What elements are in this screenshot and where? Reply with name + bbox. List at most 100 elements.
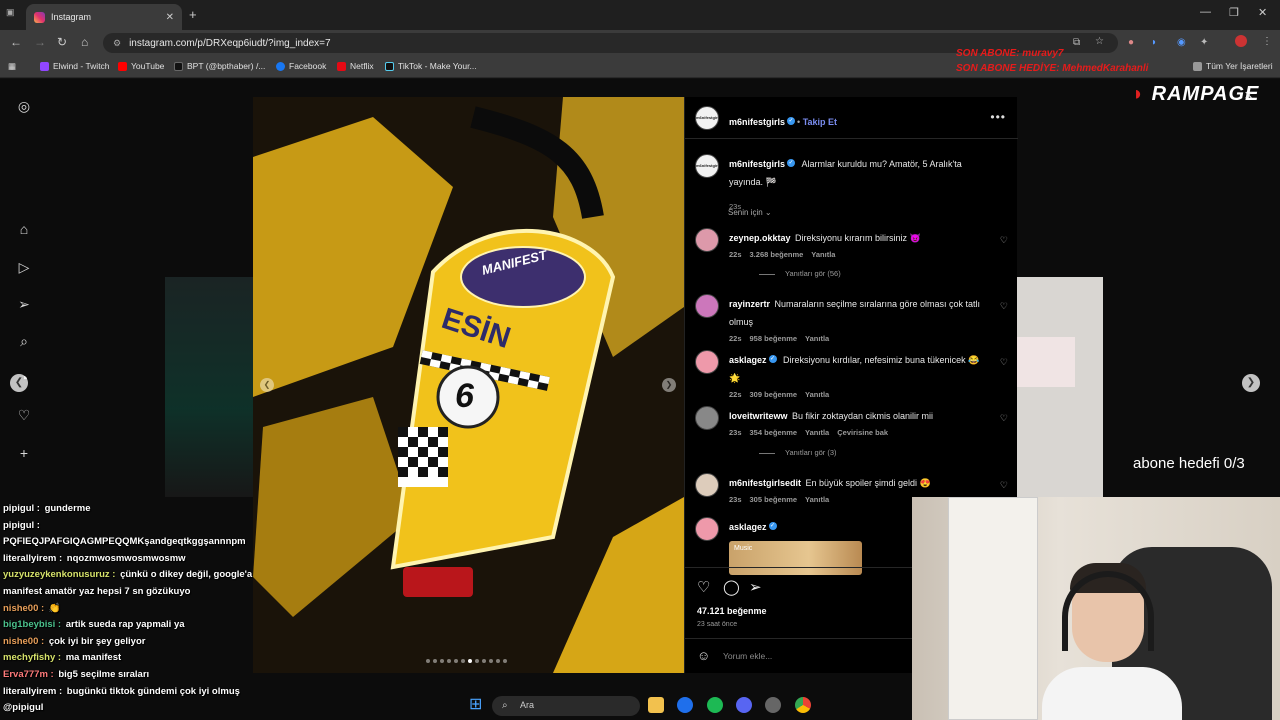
tiktok-icon [385,61,394,71]
sort-dropdown[interactable]: Senin için ⌄ [728,208,772,217]
create-plus-icon[interactable]: + [16,445,32,461]
comment-username[interactable]: asklagez [729,355,767,365]
menu-kebab-icon[interactable]: ⋮ [1262,36,1272,47]
follow-button[interactable]: Takip Et [803,117,837,127]
comment-username[interactable]: rayinzertr [729,299,770,309]
reply-button[interactable]: Yanıtla [805,495,829,504]
notifications-heart-icon[interactable]: ♡ [16,407,32,423]
like-comment-heart-icon[interactable]: ♡ [1000,235,1008,246]
like-comment-heart-icon[interactable]: ♡ [1000,480,1008,491]
chat-username[interactable]: pipigul : [3,503,43,514]
comment-username[interactable]: loveitwriteww [729,411,788,421]
carousel-dot [475,659,479,663]
bookmark-bpt[interactable]: BPT (@bpthaber) /... [174,61,265,71]
reply-button[interactable]: Yanıtla [811,250,835,259]
windows-start-icon[interactable]: ⊞ [469,697,485,713]
direct-messages-icon[interactable]: ➢ [16,296,32,312]
sort-label: Senin için [728,208,763,217]
chat-username[interactable]: Erva777m : [3,669,56,680]
chat-username[interactable]: nishe00 : [3,636,47,647]
bookmark-netflix[interactable]: Netflix [337,61,374,71]
like-comment-heart-icon[interactable]: ♡ [1000,413,1008,424]
extensions-puzzle-icon[interactable]: ✦ [1200,37,1208,48]
verified-badge-icon: ✓ [787,158,796,167]
extension-icon[interactable]: ● [1128,37,1134,48]
emoji-icon[interactable]: ☺ [697,648,710,663]
reply-button[interactable]: Yanıtla [805,428,829,437]
chat-username[interactable]: literallyirem : [3,553,65,564]
new-tab-icon[interactable]: + [189,7,197,22]
comment-text: Bu fikir zoktaydan cikmis olanilir mii [791,411,934,421]
prev-post-chevron-icon[interactable]: ❮ [10,374,28,392]
chrome-icon[interactable] [795,697,811,713]
view-replies-button[interactable]: Yanıtları gör (56) [759,269,841,278]
install-app-icon[interactable]: ⧉ [1073,37,1080,48]
chat-message: mechyfishy : ma manifest [3,652,303,663]
caption-username[interactable]: m6nifestgirls [729,159,785,169]
windows-taskbar: ⊞ Ara ⌕ [420,692,820,720]
reload-icon[interactable]: ↻ [57,35,67,49]
bookmark-label: Netflix [350,61,374,71]
apps-grid-icon[interactable]: ▦ [8,61,16,72]
chat-username[interactable]: pipigul : [3,520,40,531]
tab-instagram[interactable]: Instagram ✕ [26,4,182,30]
discord-icon[interactable] [736,697,752,713]
bookmark-facebook[interactable]: Facebook [276,61,326,71]
comment-input[interactable]: Yorum ekle... [723,651,772,661]
comment-username[interactable]: asklagez [729,522,767,532]
carousel-next-icon[interactable]: ❯ [662,378,676,392]
like-heart-icon[interactable]: ♡ [697,578,710,596]
chat-username[interactable]: yuzyuzeykenkonusuruz : [3,569,118,580]
bookmark-youtube[interactable]: YouTube [118,61,164,71]
carousel-prev-icon[interactable]: ❮ [260,378,274,392]
author-avatar[interactable]: m6nifestgirls [695,106,719,130]
extension-icon[interactable]: ◉ [1177,37,1186,48]
browser-icon[interactable] [677,697,693,713]
tab-list-icon[interactable]: ▣ [6,7,15,18]
reply-button[interactable]: Yanıtla [805,390,829,399]
next-post-chevron-icon[interactable]: ❯ [1242,374,1260,392]
view-replies-button[interactable]: Yanıtları gör (3) [759,448,837,457]
restore-icon[interactable]: ❐ [1229,6,1239,19]
close-viewer-icon[interactable]: ✕ [1244,89,1253,102]
settings-gear-icon[interactable] [765,697,781,713]
chat-username[interactable]: big1beybisi : [3,619,64,630]
like-comment-heart-icon[interactable]: ♡ [1000,301,1008,312]
translate-button[interactable]: Çevirisine bak [837,428,888,437]
author-avatar[interactable]: m6nifestgirls [695,154,719,178]
forward-icon[interactable]: → [34,35,46,49]
home-icon[interactable]: ⌂ [81,35,88,49]
author-username[interactable]: m6nifestgirls [729,117,785,127]
like-comment-heart-icon[interactable]: ♡ [1000,357,1008,368]
bookmark-twitch[interactable]: Elwind - Twitch [40,61,110,71]
profile-avatar[interactable] [1235,35,1247,47]
instagram-logo-icon[interactable]: ◎ [16,98,32,114]
reels-icon[interactable]: ▷ [16,259,32,275]
close-tab-icon[interactable]: ✕ [166,12,174,23]
file-explorer-icon[interactable] [648,697,664,713]
all-bookmarks[interactable]: Tüm Yer İşaretleri [1193,61,1273,71]
likes-count[interactable]: 47.121 beğenme [697,606,767,616]
search-icon[interactable]: ⌕ [16,333,32,349]
more-options-icon[interactable]: ••• [990,110,1006,124]
back-icon[interactable]: ← [10,35,22,49]
chat-username[interactable]: mechyfishy : [3,652,64,663]
minimize-icon[interactable]: — [1200,6,1211,18]
chat-username[interactable]: nishe00 : [3,603,47,614]
close-window-icon[interactable]: ✕ [1258,6,1267,19]
extension-icon[interactable]: ◗ [1151,37,1157,48]
comment-bubble-icon[interactable]: ◯ [723,578,740,596]
share-send-icon[interactable]: ➢ [749,578,762,596]
chat-username[interactable]: literallyirem : [3,686,65,697]
bookmark-star-icon[interactable]: ☆ [1095,36,1104,47]
site-info-icon[interactable]: ⚙ [113,38,121,49]
spotify-icon[interactable] [707,697,723,713]
taskbar-search[interactable]: Ara [492,696,640,716]
comment-username[interactable]: zeynep.okktay [729,233,791,243]
streamer [1042,563,1182,720]
bookmark-tiktok[interactable]: TikTok - Make Your... [385,61,477,71]
reply-button[interactable]: Yanıtla [805,334,829,343]
comment-username[interactable]: m6nifestgirlsedit [729,478,801,488]
home-icon[interactable]: ⌂ [16,221,32,237]
carousel-dots [426,659,507,663]
